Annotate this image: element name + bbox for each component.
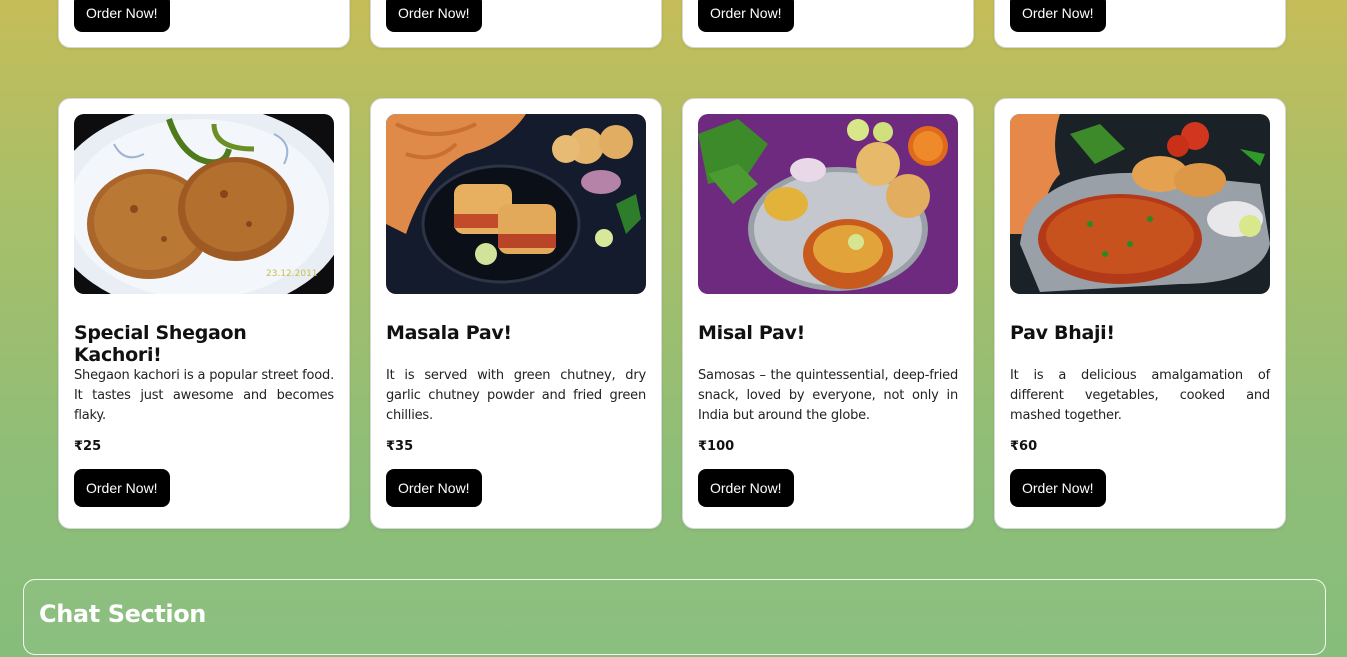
order-now-button[interactable]: Order Now!	[698, 469, 794, 507]
menu-row-previous: Order Now! Order Now! Order Now! Order N…	[58, 0, 1286, 48]
item-price: ₹100	[698, 439, 735, 454]
masala-pav-image	[386, 114, 646, 294]
menu-card-pav-bhaji: Pav Bhaji! It is a delicious amalgamatio…	[994, 98, 1286, 529]
menu-card-misal-pav: Misal Pav! Samosas – the quintessential,…	[682, 98, 974, 529]
menu-card: Order Now!	[994, 0, 1286, 48]
order-now-button[interactable]: Order Now!	[1010, 0, 1106, 32]
menu-card: Order Now!	[682, 0, 974, 48]
item-price: ₹25	[74, 439, 102, 454]
chat-section: Chat Section	[23, 579, 1326, 655]
order-now-button[interactable]: Order Now!	[386, 469, 482, 507]
item-title: Pav Bhaji!	[1010, 322, 1115, 344]
menu-row: 23.12.2011 Special Shegaon Kachori! Sheg…	[58, 98, 1286, 529]
item-price: ₹35	[386, 439, 414, 454]
item-description: It is served with green chutney, dry gar…	[386, 368, 646, 423]
item-title: Masala Pav!	[386, 322, 512, 344]
order-now-button[interactable]: Order Now!	[74, 469, 170, 507]
menu-card: Order Now!	[58, 0, 350, 48]
pav-bhaji-image	[1010, 114, 1270, 294]
order-now-button[interactable]: Order Now!	[698, 0, 794, 32]
item-title: Special Shegaon Kachori!	[74, 322, 247, 366]
misal-pav-image	[698, 114, 958, 294]
item-description: Shegaon kachori is a popular street food…	[74, 368, 334, 423]
order-now-button[interactable]: Order Now!	[386, 0, 482, 32]
item-price: ₹60	[1010, 439, 1038, 454]
menu-card-kachori: 23.12.2011 Special Shegaon Kachori! Sheg…	[58, 98, 350, 529]
item-description: Samosas – the quintessential, deep-fried…	[698, 368, 958, 423]
order-now-button[interactable]: Order Now!	[74, 0, 170, 32]
menu-card: Order Now!	[370, 0, 662, 48]
menu-card-masala-pav: Masala Pav! It is served with green chut…	[370, 98, 662, 529]
item-title: Misal Pav!	[698, 322, 805, 344]
kachori-image: 23.12.2011	[74, 114, 334, 294]
item-description: It is a delicious amalgamation of differ…	[1010, 368, 1270, 423]
chat-section-title: Chat Section	[39, 600, 206, 628]
svg-text:23.12.2011: 23.12.2011	[266, 269, 318, 279]
order-now-button[interactable]: Order Now!	[1010, 469, 1106, 507]
